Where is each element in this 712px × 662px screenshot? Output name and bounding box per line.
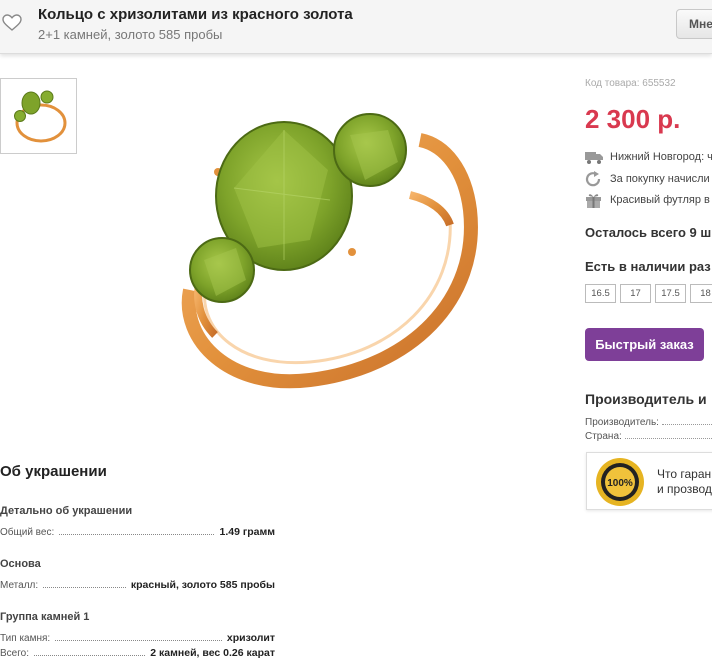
spec-label: Тип камня: — [0, 633, 51, 644]
size-option[interactable]: 17 — [620, 284, 651, 303]
stock-remaining: Осталось всего 9 ш — [585, 225, 712, 240]
manufacturer-label: Производитель: — [585, 417, 659, 428]
spec-row-stone-total: Всего: 2 камней, вес 0.26 карат — [0, 647, 275, 659]
details-heading: Об украшении — [0, 463, 107, 480]
details-group-title: Детально об украшении — [0, 505, 133, 517]
country-label: Страна: — [585, 431, 622, 442]
ring-thumbnail-image — [14, 90, 67, 143]
heart-icon[interactable] — [2, 14, 22, 32]
spec-value: хризолит — [226, 632, 275, 644]
manufacturer-title: Производитель и — [585, 391, 707, 407]
details-group-title: Группа камней 1 — [0, 611, 90, 623]
spec-label: Общий вес: — [0, 527, 55, 538]
seal-text: 100% — [607, 478, 633, 489]
details-group-title: Основа — [0, 558, 41, 570]
country-row: Страна: — [585, 431, 712, 442]
gift-icon — [586, 194, 601, 208]
refresh-icon — [585, 171, 601, 187]
guarantee-text: Что гаран и прозвод — [657, 467, 712, 496]
ring-product-image — [181, 113, 478, 389]
size-option[interactable]: 16.5 — [585, 284, 616, 303]
product-sku: Код товара: 655532 — [585, 78, 676, 89]
spec-row-metal: Металл: красный, золото 585 пробы — [0, 579, 275, 591]
guarantee-seal-icon: 100% — [596, 458, 644, 506]
spec-value: 1.49 грамм — [219, 526, 275, 538]
size-option[interactable]: 18 — [690, 284, 712, 303]
spec-label: Всего: — [0, 648, 29, 659]
spec-label: Металл: — [0, 580, 39, 591]
manufacturer-row: Производитель: — [585, 417, 712, 428]
guarantee-banner[interactable]: 100% Что гаран и прозвод — [586, 452, 712, 510]
product-price: 2 300 р. — [585, 104, 681, 134]
spec-row-weight: Общий вес: 1.49 грамм — [0, 526, 275, 538]
delivery-text: Нижний Новгород: ч — [610, 151, 712, 163]
product-title: Кольцо с хризолитами из красного золота — [38, 6, 353, 23]
spec-value: красный, золото 585 пробы — [130, 579, 275, 591]
sizes-availability-title: Есть в наличии раз — [585, 259, 711, 274]
size-selector: 16.5 17 17.5 18 — [585, 284, 712, 303]
product-subtitle: 2+1 камней, золото 585 пробы — [38, 27, 223, 42]
gallery-thumbnail[interactable] — [0, 78, 77, 154]
spec-value: 2 камней, вес 0.26 карат — [150, 647, 275, 659]
more-button[interactable]: Мне — [676, 9, 712, 39]
quick-order-button[interactable]: Быстрый заказ — [585, 328, 704, 361]
gift-box-text: Красивый футляр в — [610, 194, 710, 206]
product-header: Кольцо с хризолитами из красного золота … — [0, 0, 712, 54]
truck-icon — [585, 152, 603, 164]
bonus-text: За покупку начисли — [610, 173, 710, 185]
spec-row-stone-type: Тип камня: хризолит — [0, 632, 275, 644]
size-option[interactable]: 17.5 — [655, 284, 686, 303]
